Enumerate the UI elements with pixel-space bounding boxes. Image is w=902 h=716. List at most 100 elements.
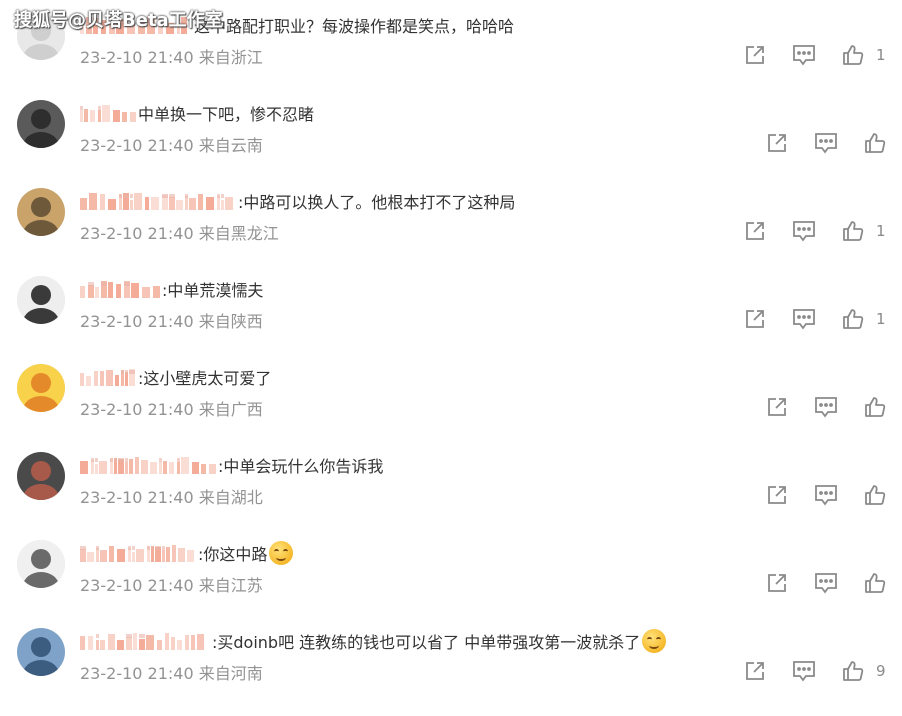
thumbs-up-icon[interactable] bbox=[864, 396, 886, 418]
thumbs-up-icon[interactable] bbox=[842, 308, 864, 330]
comment-actions bbox=[740, 394, 886, 420]
comment-text: :买doinb吧 连教练的钱也可以省了 中单带强攻第一波就杀了 bbox=[212, 633, 641, 652]
comment-text: :中路可以换人了。他根本打不了这种局 bbox=[238, 193, 516, 212]
username-redacted[interactable] bbox=[80, 104, 137, 122]
comment-text: 这中路配打职业？每波操作都是笑点，哈哈哈 bbox=[194, 17, 515, 36]
share-icon[interactable] bbox=[744, 308, 766, 330]
blush-emoji bbox=[642, 629, 667, 653]
comment-text: :中单会玩什么你告诉我 bbox=[218, 457, 384, 476]
thumbs-up-icon[interactable] bbox=[864, 132, 886, 154]
comment-meta: 23-2-10 21:40 来自江苏 bbox=[80, 572, 263, 596]
comment-icon[interactable] bbox=[792, 220, 816, 242]
comment-actions bbox=[740, 570, 886, 596]
comment-meta: 23-2-10 21:40 来自河南 bbox=[80, 660, 263, 684]
comment-location: 来自湖北 bbox=[198, 488, 263, 507]
user-avatar[interactable] bbox=[17, 276, 65, 324]
comment-location: 来自浙江 bbox=[198, 48, 263, 67]
comment-item: :中路可以换人了。他根本打不了这种局 23-2-10 21:40 来自黑龙江 1 bbox=[0, 188, 902, 276]
username-redacted[interactable] bbox=[80, 544, 196, 562]
like-count: 1 bbox=[876, 310, 886, 328]
comment-time: 23-2-10 21:40 bbox=[80, 48, 194, 67]
comment-item: :你这中路 23-2-10 21:40 来自江苏 bbox=[0, 540, 902, 628]
comment-time: 23-2-10 21:40 bbox=[80, 400, 194, 419]
user-avatar[interactable] bbox=[17, 100, 65, 148]
like-button[interactable] bbox=[864, 572, 886, 594]
comment-body: :买doinb吧 连教练的钱也可以省了 中单带强攻第一波就杀了 bbox=[80, 628, 667, 654]
comment-meta: 23-2-10 21:40 来自黑龙江 bbox=[80, 220, 279, 244]
comment-actions bbox=[740, 130, 886, 156]
thumbs-up-icon[interactable] bbox=[864, 572, 886, 594]
user-avatar[interactable] bbox=[17, 540, 65, 588]
share-icon[interactable] bbox=[744, 44, 766, 66]
comment-item: 中单换一下吧，惨不忍睹 23-2-10 21:40 来自云南 bbox=[0, 100, 902, 188]
share-icon[interactable] bbox=[766, 572, 788, 594]
comment-icon[interactable] bbox=[814, 572, 838, 594]
user-avatar[interactable] bbox=[17, 364, 65, 412]
comment-location: 来自云南 bbox=[198, 136, 263, 155]
comment-body: :你这中路 bbox=[80, 540, 294, 566]
comment-text: :你这中路 bbox=[198, 545, 268, 564]
comment-time: 23-2-10 21:40 bbox=[80, 488, 194, 507]
like-button[interactable]: 9 bbox=[842, 660, 886, 682]
like-button[interactable] bbox=[864, 396, 886, 418]
username-redacted[interactable] bbox=[80, 632, 210, 650]
comment-meta: 23-2-10 21:40 来自浙江 bbox=[80, 44, 263, 68]
like-button[interactable]: 1 bbox=[842, 308, 886, 330]
thumbs-up-icon[interactable] bbox=[842, 220, 864, 242]
comment-list: 这中路配打职业？每波操作都是笑点，哈哈哈 23-2-10 21:40 来自浙江 1… bbox=[0, 0, 902, 700]
comment-location: 来自河南 bbox=[198, 664, 263, 683]
like-count: 9 bbox=[876, 662, 886, 680]
comment-time: 23-2-10 21:40 bbox=[80, 224, 194, 243]
comment-icon[interactable] bbox=[792, 660, 816, 682]
comment-location: 来自陕西 bbox=[198, 312, 263, 331]
comment-time: 23-2-10 21:40 bbox=[80, 576, 194, 595]
like-button[interactable]: 1 bbox=[842, 220, 886, 242]
comment-meta: 23-2-10 21:40 来自陕西 bbox=[80, 308, 263, 332]
comment-item: :中单荒漠懦夫 23-2-10 21:40 来自陕西 1 bbox=[0, 276, 902, 364]
username-redacted[interactable] bbox=[80, 368, 136, 386]
comment-meta: 23-2-10 21:40 来自湖北 bbox=[80, 484, 263, 508]
like-button[interactable] bbox=[864, 132, 886, 154]
comment-text: :这小壁虎太可爱了 bbox=[138, 369, 272, 388]
comment-body: :中单会玩什么你告诉我 bbox=[80, 452, 383, 478]
comment-time: 23-2-10 21:40 bbox=[80, 664, 194, 683]
user-avatar[interactable] bbox=[17, 452, 65, 500]
share-icon[interactable] bbox=[744, 220, 766, 242]
thumbs-up-icon[interactable] bbox=[842, 44, 864, 66]
thumbs-up-icon[interactable] bbox=[864, 484, 886, 506]
like-button[interactable]: 1 bbox=[842, 44, 886, 66]
comment-actions: 1 bbox=[718, 218, 886, 244]
comment-location: 来自黑龙江 bbox=[198, 224, 279, 243]
comment-icon[interactable] bbox=[792, 308, 816, 330]
comment-actions bbox=[740, 482, 886, 508]
share-icon[interactable] bbox=[766, 396, 788, 418]
like-count: 1 bbox=[876, 222, 886, 240]
comment-body: :这小壁虎太可爱了 bbox=[80, 364, 271, 390]
comment-time: 23-2-10 21:40 bbox=[80, 312, 194, 331]
comment-icon[interactable] bbox=[814, 484, 838, 506]
user-avatar[interactable] bbox=[17, 188, 65, 236]
user-avatar[interactable] bbox=[17, 628, 65, 676]
comment-actions: 1 bbox=[718, 306, 886, 332]
comment-item: :中单会玩什么你告诉我 23-2-10 21:40 来自湖北 bbox=[0, 452, 902, 540]
comment-body: :中路可以换人了。他根本打不了这种局 bbox=[80, 188, 515, 214]
comment-icon[interactable] bbox=[814, 396, 838, 418]
comment-icon[interactable] bbox=[792, 44, 816, 66]
share-icon[interactable] bbox=[766, 484, 788, 506]
comment-actions: 9 bbox=[718, 658, 886, 684]
username-redacted[interactable] bbox=[80, 280, 160, 298]
username-redacted[interactable] bbox=[80, 456, 216, 474]
comment-time: 23-2-10 21:40 bbox=[80, 136, 194, 155]
username-redacted[interactable] bbox=[80, 192, 236, 210]
comment-body: 中单换一下吧，惨不忍睹 bbox=[80, 100, 314, 126]
share-icon[interactable] bbox=[766, 132, 788, 154]
comment-meta: 23-2-10 21:40 来自云南 bbox=[80, 132, 263, 156]
like-button[interactable] bbox=[864, 484, 886, 506]
thumbs-up-icon[interactable] bbox=[842, 660, 864, 682]
like-count: 1 bbox=[876, 46, 886, 64]
comment-meta: 23-2-10 21:40 来自广西 bbox=[80, 396, 263, 420]
comment-location: 来自广西 bbox=[198, 400, 263, 419]
share-icon[interactable] bbox=[744, 660, 766, 682]
comment-text: :中单荒漠懦夫 bbox=[162, 281, 264, 300]
comment-icon[interactable] bbox=[814, 132, 838, 154]
